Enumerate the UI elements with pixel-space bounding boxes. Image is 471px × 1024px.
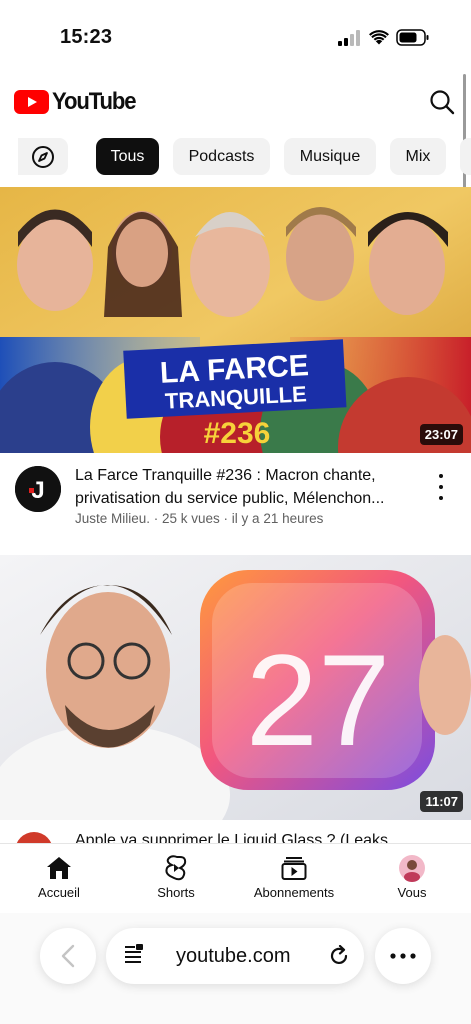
- wifi-icon: [369, 30, 389, 45]
- subscriptions-icon: [281, 857, 307, 880]
- explore-chip[interactable]: [18, 138, 68, 175]
- reload-icon[interactable]: [328, 945, 350, 967]
- youtube-play-icon: [14, 90, 49, 114]
- nav-home-label: Accueil: [38, 885, 80, 900]
- more-options-button[interactable]: [433, 474, 449, 500]
- kebab-dot: [439, 496, 443, 500]
- status-time: 15:23: [60, 26, 113, 48]
- battery-icon: [396, 29, 429, 46]
- chip-next[interactable]: [460, 138, 471, 175]
- chevron-left-icon: [61, 944, 75, 968]
- logo-text: YouTube: [52, 88, 137, 115]
- youtube-logo[interactable]: YouTube: [14, 88, 143, 116]
- chip-tous[interactable]: Tous: [96, 138, 159, 175]
- thumbnail-image: LA FARCE TRANQUILLE #236: [0, 187, 471, 453]
- chip-podcasts[interactable]: Podcasts: [173, 138, 270, 175]
- video-thumbnail-2[interactable]: 27 11:07: [0, 555, 471, 820]
- kebab-dot: [439, 474, 443, 478]
- nav-you-label: Vous: [397, 885, 427, 900]
- thumb-number-2: 27: [246, 627, 391, 773]
- chip-musique[interactable]: Musique: [284, 138, 376, 175]
- bottom-navigation: Accueil Shorts Abonnements Vous: [0, 843, 471, 914]
- cellular-signal-icon: [338, 30, 360, 46]
- compass-icon: [32, 145, 54, 168]
- search-icon: [430, 90, 455, 115]
- nav-subscriptions-label: Abonnements: [253, 885, 335, 900]
- nav-subscriptions[interactable]: Abonnements: [244, 854, 344, 900]
- nav-shorts[interactable]: Shorts: [126, 854, 226, 900]
- video-title[interactable]: La Farce Tranquille #236 : Macron chante…: [75, 464, 415, 510]
- nav-shorts-label: Shorts: [157, 885, 195, 900]
- video-duration: 23:07: [419, 424, 463, 445]
- thumbnail-image-2: 27: [0, 555, 471, 820]
- browser-more-button[interactable]: [375, 928, 431, 984]
- chip-mix[interactable]: Mix: [390, 138, 446, 175]
- nav-home[interactable]: Accueil: [9, 854, 109, 900]
- page-settings-icon: [125, 944, 143, 963]
- kebab-dot: [439, 485, 443, 489]
- channel-avatar[interactable]: J: [15, 466, 61, 512]
- video-duration-2: 11:07: [420, 791, 463, 812]
- more-horizontal-icon: [390, 953, 416, 959]
- home-icon: [47, 857, 71, 879]
- video-meta: Juste Milieu. · 25 k vues · il y a 21 he…: [75, 511, 324, 526]
- avatar: [399, 855, 425, 882]
- url-text: youtube.com: [176, 945, 291, 967]
- shorts-icon: [165, 855, 187, 881]
- filter-chips: Tous Podcasts Musique Mix: [0, 138, 471, 176]
- channel-logo-icon: J: [15, 466, 61, 512]
- video-thumbnail[interactable]: LA FARCE TRANQUILLE #236 23:07: [0, 187, 471, 453]
- url-bar[interactable]: youtube.com: [106, 928, 364, 984]
- thumb-number: #236: [204, 417, 271, 450]
- browser-back-button[interactable]: [40, 928, 96, 984]
- search-button[interactable]: [426, 86, 458, 118]
- nav-you[interactable]: Vous: [362, 854, 462, 900]
